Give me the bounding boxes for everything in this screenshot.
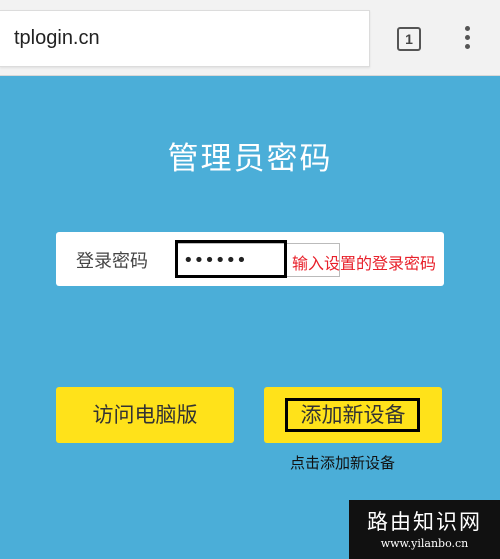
pc-version-button[interactable]: 访问电脑版 — [56, 387, 234, 443]
browser-toolbar: tplogin.cn 1 — [0, 0, 500, 76]
password-label: 登录密码 — [76, 251, 148, 272]
page-title: 管理员密码 — [167, 141, 333, 177]
address-bar[interactable]: tplogin.cn — [0, 10, 370, 67]
watermark-url: www.yilanbo.cn — [380, 537, 469, 550]
watermark-logo: 路由知识网 www.yilanbo.cn — [349, 500, 500, 559]
more-vert-icon[interactable] — [462, 26, 472, 52]
tab-count-icon[interactable]: 1 — [397, 27, 421, 51]
watermark-title: 路由知识网 — [367, 510, 482, 534]
add-device-button[interactable]: 添加新设备 — [264, 387, 442, 443]
add-device-hint: 点击添加新设备 — [290, 454, 396, 472]
password-hint: 输入设置的登录密码 — [292, 254, 437, 273]
address-bar-url: tplogin.cn — [14, 27, 100, 49]
